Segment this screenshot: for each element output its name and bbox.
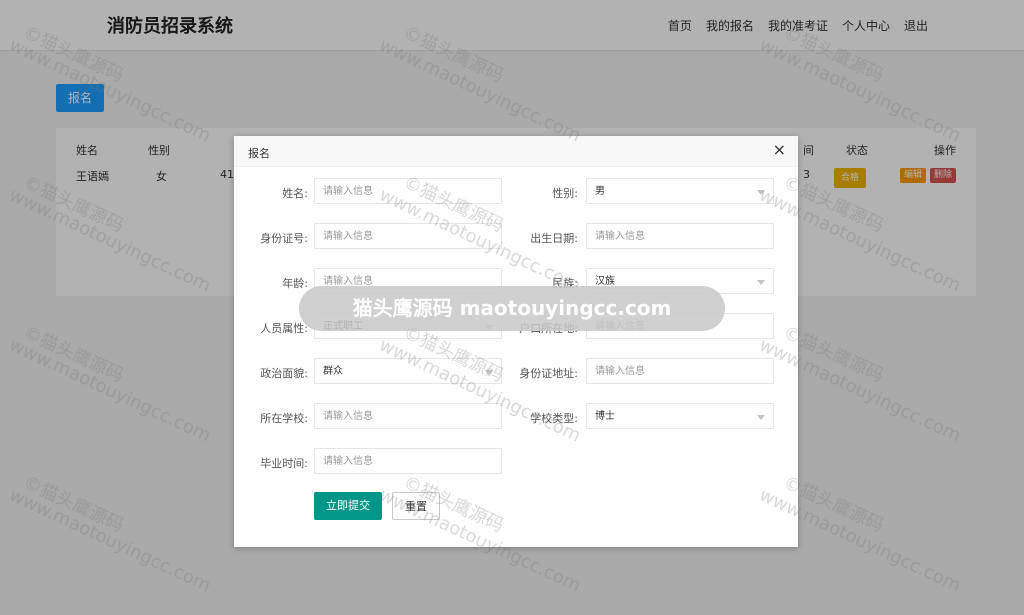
- birth-date-label: 出生日期:: [530, 232, 578, 245]
- gender-select-value: 男: [595, 186, 605, 197]
- reset-button[interactable]: 重置: [392, 492, 440, 520]
- name-input[interactable]: 请输入信息: [314, 178, 502, 204]
- school-type-label: 学校类型:: [530, 412, 578, 425]
- close-icon[interactable]: ×: [773, 141, 786, 159]
- political-status-label: 政治面貌:: [260, 367, 308, 380]
- political-status-select[interactable]: 群众: [314, 358, 502, 384]
- name-label: 姓名:: [282, 187, 308, 200]
- graduation-time-label: 毕业时间:: [260, 457, 308, 470]
- hukou-input[interactable]: 请输入信息: [586, 313, 774, 339]
- personnel-type-label: 人员属性:: [260, 322, 308, 335]
- chevron-down-icon: [757, 415, 765, 420]
- gender-label: 性别:: [552, 187, 578, 200]
- id-address-label: 身份证地址:: [519, 367, 578, 380]
- modal-title: 报名: [248, 147, 270, 160]
- chevron-down-icon: [757, 280, 765, 285]
- political-status-select-value: 群众: [323, 366, 343, 377]
- birth-date-input[interactable]: 请输入信息: [586, 223, 774, 249]
- graduation-time-input[interactable]: 请输入信息: [314, 448, 502, 474]
- signup-modal: 报名 × 姓名: 请输入信息 性别: 男 身份证号: 请输入信息 出生日期: 请…: [234, 136, 798, 547]
- ethnicity-select-value: 汉族: [595, 276, 615, 287]
- personnel-type-select[interactable]: 正式职工: [314, 313, 502, 339]
- id-number-label: 身份证号:: [260, 232, 308, 245]
- gender-select[interactable]: 男: [586, 178, 774, 204]
- school-type-select[interactable]: 博士: [586, 403, 774, 429]
- school-label: 所在学校:: [260, 412, 308, 425]
- school-input[interactable]: 请输入信息: [314, 403, 502, 429]
- hukou-label: 户口所在地:: [519, 322, 578, 335]
- ethnicity-select[interactable]: 汉族: [586, 268, 774, 294]
- chevron-down-icon: [757, 190, 765, 195]
- school-type-select-value: 博士: [595, 411, 615, 422]
- age-label: 年龄:: [282, 277, 308, 290]
- ethnicity-label: 民族:: [552, 277, 578, 290]
- modal-header: 报名 ×: [234, 136, 798, 167]
- id-number-input[interactable]: 请输入信息: [314, 223, 502, 249]
- personnel-type-select-value: 正式职工: [323, 321, 363, 332]
- submit-button[interactable]: 立即提交: [314, 492, 382, 520]
- age-input[interactable]: 请输入信息: [314, 268, 502, 294]
- id-address-input[interactable]: 请输入信息: [586, 358, 774, 384]
